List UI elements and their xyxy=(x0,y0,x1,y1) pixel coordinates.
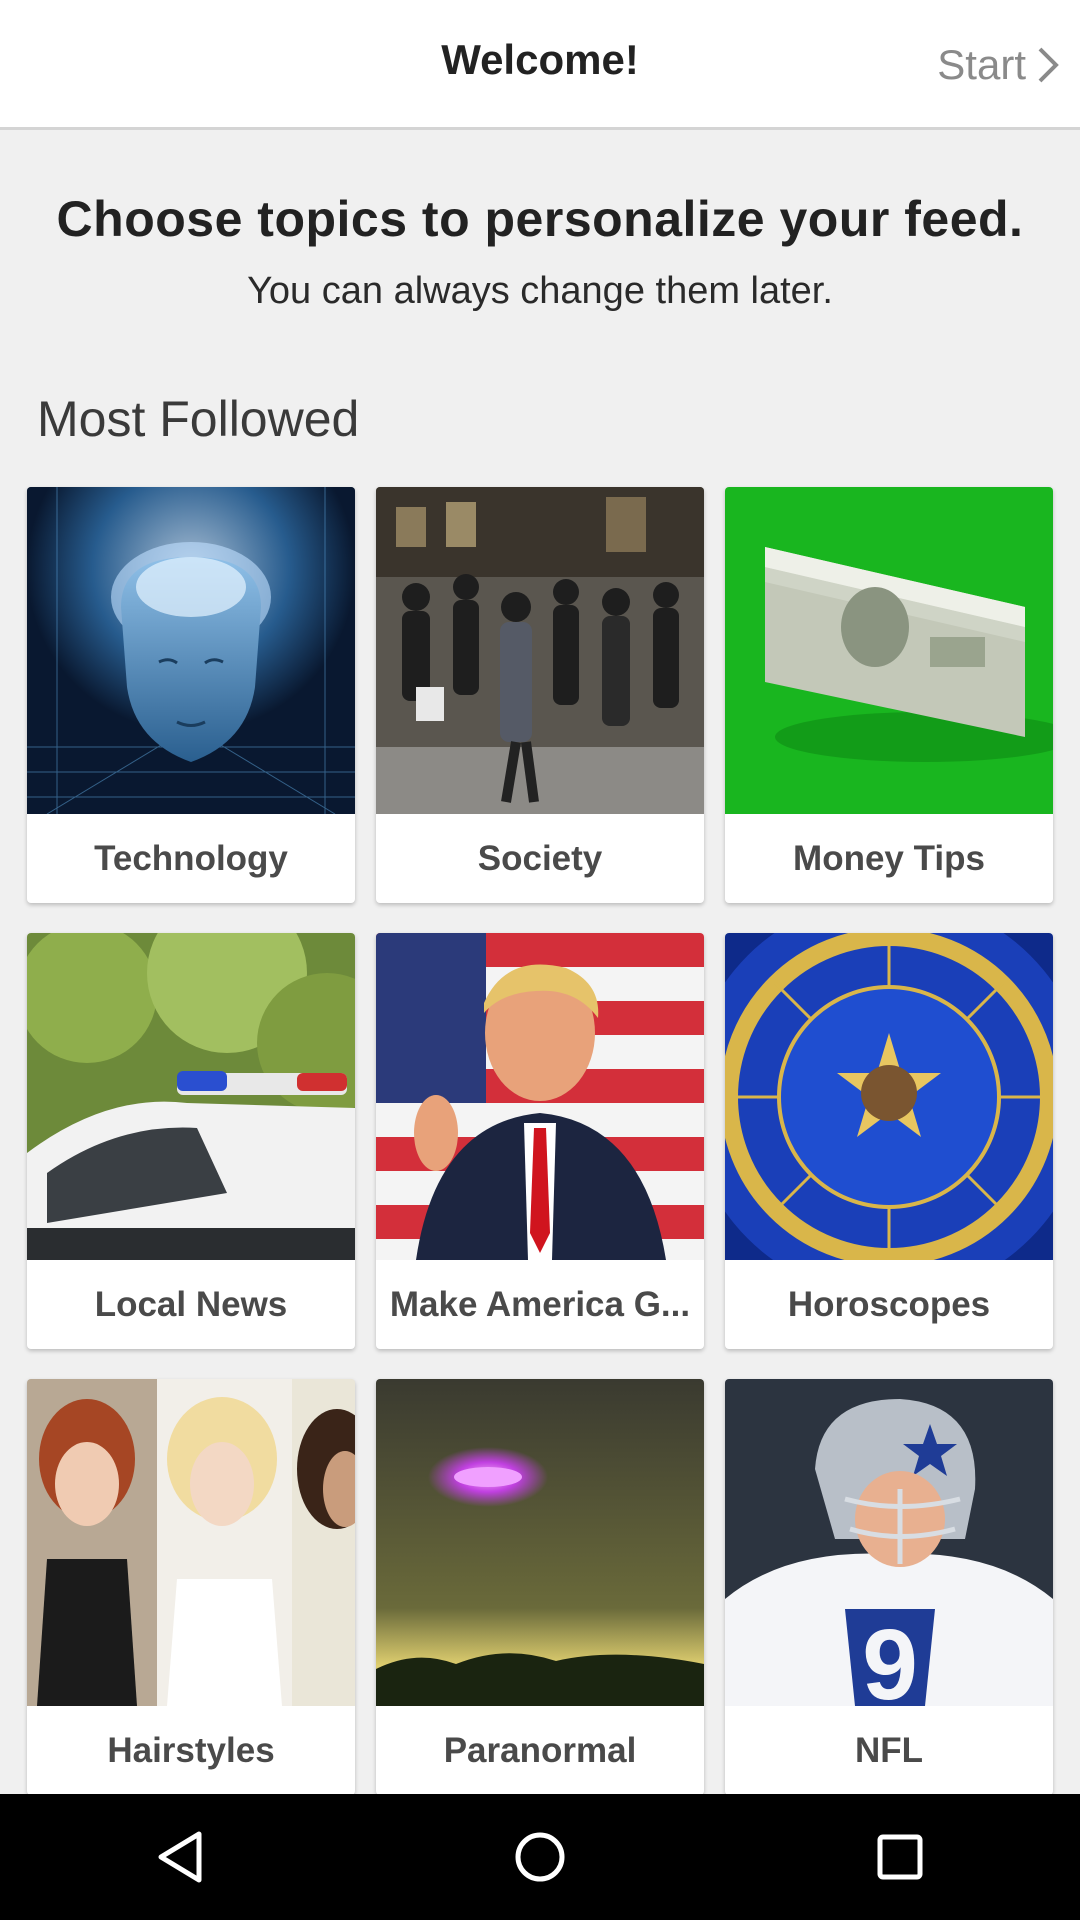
app-header: Welcome! Start xyxy=(0,0,1080,130)
topic-card-paranormal[interactable]: Paranormal xyxy=(376,1379,704,1795)
topic-card-nfl[interactable]: 9 NFL xyxy=(725,1379,1053,1795)
page-headline: Choose topics to personalize your feed. xyxy=(56,191,1024,247)
topic-label: Make America G... xyxy=(389,1284,691,1324)
page-subline: You can always change them later. xyxy=(247,270,833,312)
recents-icon xyxy=(877,1834,923,1880)
chevron-right-icon xyxy=(1038,47,1059,83)
technology-image xyxy=(27,487,355,814)
topic-label: NFL xyxy=(854,1730,924,1770)
topic-label: Money Tips xyxy=(793,838,985,878)
local-news-image xyxy=(27,933,355,1260)
hairstyles-image xyxy=(27,1379,355,1706)
start-label: Start xyxy=(937,41,1026,88)
start-button[interactable]: Start xyxy=(937,30,1060,100)
topic-card-hairstyles[interactable]: Hairstyles xyxy=(27,1379,355,1795)
home-button[interactable] xyxy=(480,1807,600,1907)
back-icon xyxy=(158,1831,202,1883)
system-nav-bar xyxy=(0,1794,1080,1920)
topic-label: Technology xyxy=(94,838,288,878)
topic-card-technology[interactable]: Technology xyxy=(27,487,355,903)
topic-label: Society xyxy=(477,838,603,878)
home-icon xyxy=(515,1832,565,1882)
topic-card-local-news[interactable]: Local News xyxy=(27,933,355,1349)
section-title: Most Followed xyxy=(37,391,360,447)
topic-card-horoscopes[interactable]: Horoscopes xyxy=(725,933,1053,1349)
topic-label: Hairstyles xyxy=(107,1730,275,1770)
recents-button[interactable] xyxy=(840,1807,960,1907)
paranormal-image xyxy=(376,1379,704,1706)
header-title: Welcome! xyxy=(441,36,639,83)
nfl-image: 9 xyxy=(725,1379,1053,1706)
society-image xyxy=(376,487,704,814)
topic-label: Local News xyxy=(94,1284,288,1324)
topic-label: Horoscopes xyxy=(787,1284,991,1324)
money-tips-image xyxy=(725,487,1053,814)
horoscopes-image xyxy=(725,933,1053,1260)
make-america-image xyxy=(376,933,704,1260)
topic-card-money-tips[interactable]: Money Tips xyxy=(725,487,1053,903)
topic-card-society[interactable]: Society xyxy=(376,487,704,903)
topic-grid: Technology Society Money Tips Local News… xyxy=(27,487,1053,1795)
back-button[interactable] xyxy=(120,1807,240,1907)
svg-text:9: 9 xyxy=(862,1609,918,1706)
topic-card-make-america[interactable]: Make America G... xyxy=(376,933,704,1349)
topic-label: Paranormal xyxy=(443,1730,637,1770)
